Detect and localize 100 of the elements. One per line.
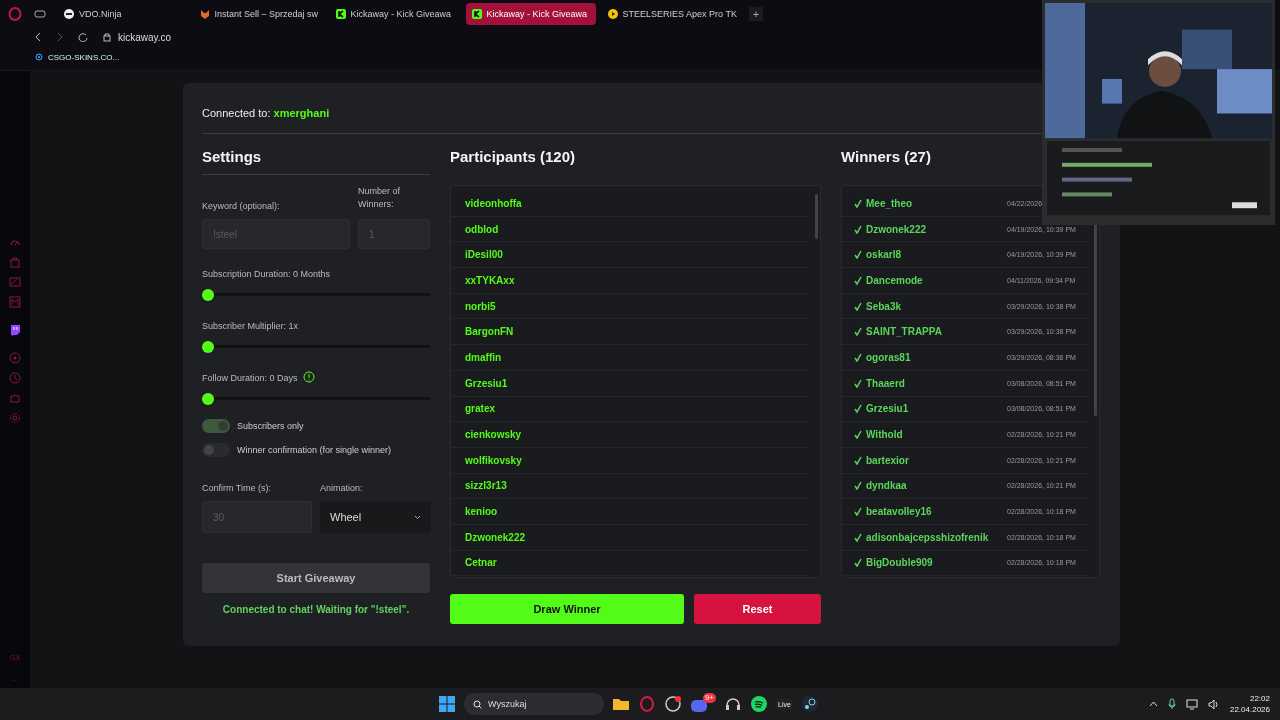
browser-tab[interactable]: Instant Sell – Sprzedaj sw [193,3,324,25]
winner-name: Dzwonek222 [866,223,928,235]
back-icon[interactable] [34,32,42,42]
toggle-switch[interactable] [202,443,230,457]
check-icon [854,378,862,388]
windows-start-icon[interactable] [438,695,456,713]
address-field[interactable]: kickaway.co [118,31,172,43]
chevron-down-icon [414,514,421,520]
slider-label: Follow Duration: 0 Days [202,373,298,383]
field-label: Animation: [320,483,364,493]
gamepad-icon[interactable] [34,8,46,20]
forward-icon[interactable] [56,32,64,42]
ninja-icon [64,9,74,19]
slider-label: Subscriber Multiplier: 1x [202,321,299,331]
section-title: Winners (27) [841,147,932,167]
participant-name: BargonFN [451,319,808,346]
check-icon [854,352,862,362]
browser-tab[interactable]: VDO.Ninja [58,3,128,25]
microphone-icon[interactable] [1167,698,1176,710]
check-icon [854,275,862,285]
winner-name: Dancemode [866,274,924,286]
check-icon [854,532,862,542]
fox-icon [199,9,210,19]
new-tab-button[interactable]: + [748,7,763,21]
winner-name: Thaaerd [866,377,906,389]
check-icon [854,404,862,414]
winner-name: SAINT_TRAPPA [866,326,943,338]
participant-name: wolfikovsky [451,447,808,474]
kick-icon [335,9,346,19]
browser-tab[interactable]: STEELSERIES Apex Pro TK [601,3,743,25]
check-icon [854,558,862,568]
toggle-label: Subscribers only [237,421,304,431]
start-giveaway-button[interactable]: Start Giveaway [202,563,430,593]
participant-name: Dzwonek222 [451,524,808,551]
slider-thumb[interactable] [202,393,214,405]
section-title: Settings [202,144,430,175]
animation-select[interactable]: Wheel [320,501,431,533]
participant-name: iDesil00 [451,242,808,269]
winner-name: dyndkaa [866,480,908,492]
winner-name: bartexior [866,454,910,466]
check-icon [854,481,862,491]
target-icon [35,53,43,61]
winner-name: beatavolley16 [866,506,933,518]
winner-name: adisonbajcepsshizofrenik [866,531,990,543]
clock[interactable]: 22:02 22.04.2026 [1229,693,1270,715]
info-icon[interactable] [302,370,315,383]
field-label: Keyword (optional): [202,201,281,211]
search-field[interactable]: Wyszukaj [464,693,604,715]
app-icon[interactable] [664,695,682,713]
status-text: Connected to chat! Waiting for "!steel". [221,604,411,615]
browser-logo-icon[interactable] [8,7,22,21]
chevron-up-icon[interactable] [1148,701,1158,707]
participant-name: Cetnar [451,550,808,577]
search-icon [473,699,482,709]
participant-name: dmaffin [451,345,808,371]
winner-name: ogoras81 [866,351,912,363]
volume-icon[interactable] [1207,698,1220,710]
check-icon [854,224,862,234]
music-app-icon[interactable] [750,695,768,713]
slider-label: Subscription Duration: 0 Months [202,269,331,279]
participant-name: sizzl3r13 [451,473,808,500]
winner-name: Mee_theo [866,197,914,209]
check-icon [854,327,862,337]
slider-thumb[interactable] [202,289,214,301]
check-icon [854,430,862,440]
winner-name: Seba3k [866,300,903,312]
participant-name: xxTYKAxx [451,268,808,294]
bookmark-item[interactable]: CSGO-SKINS.CO... [0,46,1280,68]
reload-icon[interactable] [78,32,88,42]
toggle-label: Winner confirmation (for single winner) [237,445,392,455]
check-icon [854,455,862,465]
reset-button[interactable]: Reset [694,594,821,624]
browser-logo-icon[interactable] [638,695,656,713]
section-title: Participants (120) [450,147,577,167]
lock-icon [102,32,112,42]
check-icon [854,507,862,517]
draw-winner-button[interactable]: Draw Winner [450,594,684,624]
field-label: Number of Winners: [358,185,402,211]
participant-name: gratex [451,396,808,423]
participant-name: videonhoffa [451,191,808,217]
browser-tab[interactable]: Kickaway - Kick Giveawa [329,3,460,25]
check-icon [854,301,862,311]
winner-name: BigDouble909 [866,557,934,569]
participant-name: kenioo [451,499,808,525]
winner-name: Withold [866,429,904,441]
play-icon [607,9,618,19]
participant-name: cienkowsky [451,422,808,448]
field-label: Confirm Time (s): [202,483,272,493]
check-icon [854,250,862,260]
winner-name: Grzesiu1 [866,403,910,415]
participant-name: norbi5 [451,293,808,320]
browser-tab[interactable]: Kickaway - Kick Giveawa [465,3,596,25]
toggle-switch[interactable] [202,419,230,433]
headset-icon[interactable] [724,695,742,713]
slider-thumb[interactable] [202,341,214,353]
steam-icon[interactable] [800,695,819,713]
check-icon [854,198,862,208]
kick-icon [471,9,482,19]
participant-name: odblod [451,216,808,243]
twitch-icon[interactable] [9,324,21,336]
